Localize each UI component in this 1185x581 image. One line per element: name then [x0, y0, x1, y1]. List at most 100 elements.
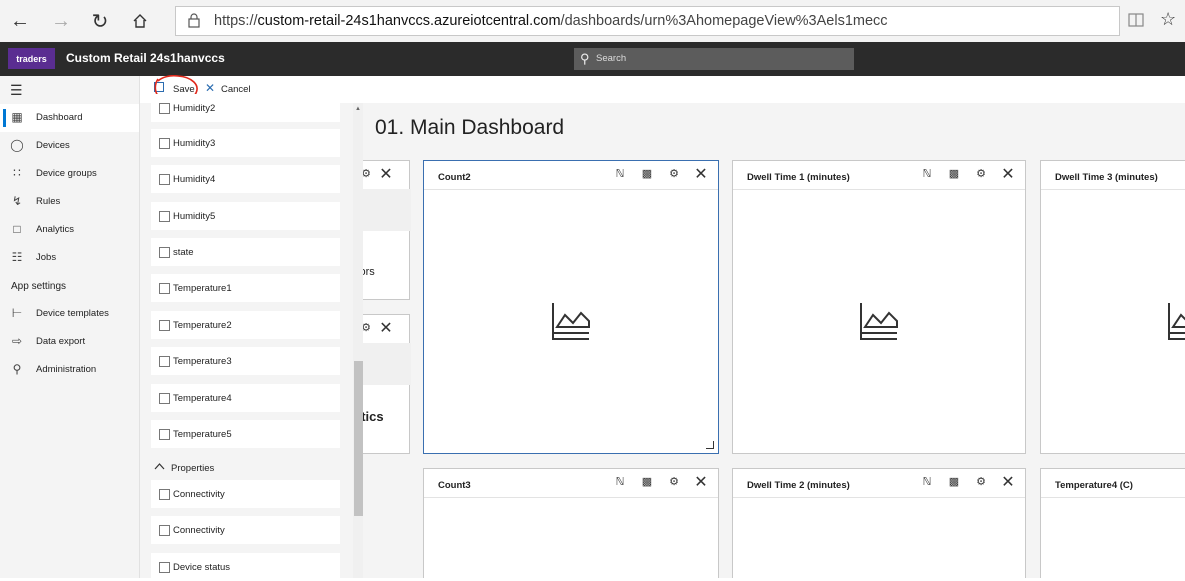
- jobs-icon: ☷: [11, 250, 23, 264]
- nav-item-device-groups[interactable]: ∷ Device groups: [0, 160, 139, 188]
- tile-dwell-time-3[interactable]: Dwell Time 3 (minutes): [1040, 160, 1185, 454]
- nav-item-analytics[interactable]: □ Analytics: [0, 216, 139, 244]
- checkbox[interactable]: [159, 393, 170, 404]
- close-icon[interactable]: ✕: [693, 164, 709, 184]
- checkbox[interactable]: [159, 283, 170, 294]
- tile-count2[interactable]: Count2 ℕ ▩ ⚙ ✕: [423, 160, 719, 454]
- panel-scrollbar[interactable]: ▲: [353, 103, 363, 578]
- field-label: Humidity5: [173, 211, 216, 222]
- nav-label: Rules: [36, 196, 61, 207]
- checkbox[interactable]: [159, 489, 170, 500]
- back-arrow-icon[interactable]: ←: [6, 7, 34, 35]
- refresh-icon[interactable]: ↻: [86, 7, 114, 35]
- favorite-star-icon[interactable]: ☆: [1160, 9, 1176, 30]
- field-row[interactable]: Temperature4: [151, 384, 340, 412]
- checkbox[interactable]: [159, 103, 170, 114]
- field-row[interactable]: Temperature2: [151, 311, 340, 339]
- field-row[interactable]: Temperature3: [151, 347, 340, 375]
- field-row[interactable]: Temperature5: [151, 420, 340, 448]
- field-row[interactable]: Humidity3: [151, 129, 340, 157]
- gear-icon[interactable]: ⚙: [363, 167, 374, 180]
- nav-item-device-templates[interactable]: ⊢ Device templates: [0, 300, 139, 328]
- devices-icon: ◯: [10, 138, 24, 152]
- field-row[interactable]: Connectivity: [151, 480, 340, 508]
- close-icon[interactable]: ✕: [378, 164, 394, 184]
- dashboard-icon: ▦: [11, 110, 23, 124]
- partial-tile-text: ytics: [363, 409, 384, 424]
- gear-icon[interactable]: ⚙: [973, 475, 989, 488]
- close-icon[interactable]: ✕: [1000, 472, 1016, 492]
- checkbox[interactable]: [159, 429, 170, 440]
- field-label: Humidity3: [173, 138, 216, 149]
- resize-tile-icon[interactable]: ▩: [639, 475, 655, 488]
- checkbox[interactable]: [159, 320, 170, 331]
- partial-tile[interactable]: ⚙ ✕ ytics: [363, 314, 411, 454]
- analytics-icon: □: [13, 222, 21, 236]
- nav-item-devices[interactable]: ◯ Devices: [0, 132, 139, 160]
- nav-item-administration[interactable]: ⚲ Administration: [0, 356, 139, 384]
- tile-divider: [424, 189, 718, 190]
- nav-item-data-export[interactable]: ⇨ Data export: [0, 328, 139, 356]
- tile-dwell-time-1[interactable]: Dwell Time 1 (minutes) ℕ ▩ ⚙ ✕: [732, 160, 1026, 454]
- chart-settings-icon[interactable]: ℕ: [919, 475, 935, 488]
- nav-item-dashboard[interactable]: ▦ Dashboard: [0, 104, 139, 132]
- tile-dwell-time-2[interactable]: Dwell Time 2 (minutes) ℕ ▩ ⚙ ✕: [732, 468, 1026, 578]
- checkbox[interactable]: [159, 247, 170, 258]
- checkbox[interactable]: [159, 138, 170, 149]
- search-input[interactable]: ⚲ Search: [574, 48, 854, 70]
- nav-label: Jobs: [36, 252, 57, 263]
- field-row[interactable]: Device status: [151, 553, 340, 581]
- checkbox[interactable]: [159, 562, 170, 573]
- scroll-up-icon[interactable]: ▲: [355, 106, 361, 112]
- checkbox[interactable]: [159, 211, 170, 222]
- checkbox[interactable]: [159, 525, 170, 536]
- search-icon: ⚲: [580, 51, 590, 66]
- chart-settings-icon[interactable]: ℕ: [612, 167, 628, 180]
- properties-label: Properties: [171, 463, 215, 474]
- home-icon[interactable]: [126, 7, 154, 35]
- reading-view-icon[interactable]: [1128, 12, 1144, 33]
- checkbox[interactable]: [159, 356, 170, 367]
- line-chart-icon: [860, 303, 898, 340]
- address-bar[interactable]: https://custom-retail-24s1hanvccs.azurei…: [175, 6, 1120, 36]
- scroll-thumb[interactable]: [354, 361, 363, 516]
- nav-item-rules[interactable]: ↯ Rules: [0, 188, 139, 216]
- field-row[interactable]: Humidity2: [151, 94, 340, 122]
- gear-icon[interactable]: ⚙: [666, 475, 682, 488]
- close-icon[interactable]: ✕: [693, 472, 709, 492]
- field-row[interactable]: state: [151, 238, 340, 266]
- nav-item-jobs[interactable]: ☷ Jobs: [0, 244, 139, 272]
- hamburger-menu-icon[interactable]: ☰: [10, 82, 23, 99]
- field-label: Humidity4: [173, 174, 216, 185]
- gear-icon[interactable]: ⚙: [666, 167, 682, 180]
- chart-settings-icon[interactable]: ℕ: [919, 167, 935, 180]
- resize-handle[interactable]: [706, 441, 714, 449]
- close-icon: ✕: [205, 81, 216, 95]
- forward-arrow-icon[interactable]: →: [47, 7, 75, 35]
- field-row[interactable]: Humidity4: [151, 165, 340, 193]
- field-label: Temperature5: [173, 429, 232, 440]
- field-row[interactable]: Humidity5: [151, 202, 340, 230]
- close-icon[interactable]: ✕: [378, 318, 394, 338]
- gear-icon[interactable]: ⚙: [363, 321, 374, 334]
- resize-tile-icon[interactable]: ▩: [946, 167, 962, 180]
- gear-icon[interactable]: ⚙: [973, 167, 989, 180]
- nav-label: Data export: [36, 336, 86, 347]
- device-templates-icon: ⊢: [11, 306, 23, 320]
- resize-tile-icon[interactable]: ▩: [946, 475, 962, 488]
- nav-label: Administration: [36, 364, 97, 375]
- administration-icon: ⚲: [12, 362, 22, 376]
- chart-settings-icon[interactable]: ℕ: [612, 475, 628, 488]
- tile-title: Dwell Time 2 (minutes): [747, 480, 850, 491]
- resize-tile-icon[interactable]: ▩: [639, 167, 655, 180]
- dashboard-canvas: 01. Main Dashboard ⚙ ✕ sors ⚙ ✕ ytics Co…: [363, 103, 1185, 578]
- partial-tile[interactable]: ⚙ ✕ sors: [363, 160, 411, 300]
- tile-temperature4[interactable]: Temperature4 (C): [1040, 468, 1185, 578]
- app-logo[interactable]: traders: [8, 48, 55, 69]
- field-row[interactable]: Temperature1: [151, 274, 340, 302]
- checkbox[interactable]: [159, 174, 170, 185]
- tile-count3[interactable]: Count3 ℕ ▩ ⚙ ✕: [423, 468, 719, 578]
- url-text: https://custom-retail-24s1hanvccs.azurei…: [214, 13, 888, 29]
- field-row[interactable]: Connectivity: [151, 516, 340, 544]
- close-icon[interactable]: ✕: [1000, 164, 1016, 184]
